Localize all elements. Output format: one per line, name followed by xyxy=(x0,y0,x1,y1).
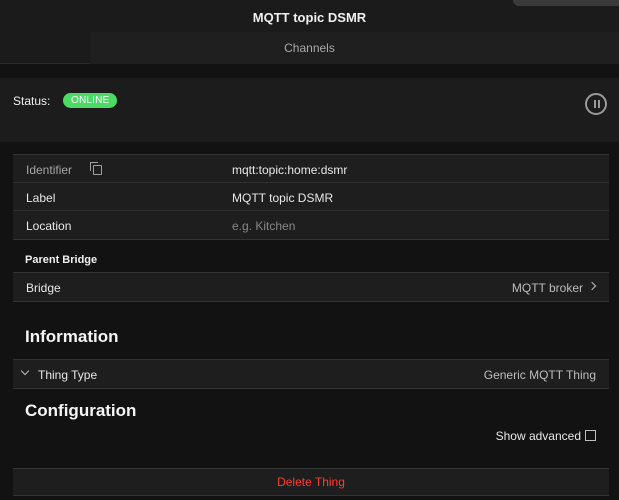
location-input[interactable]: e.g. Kitchen xyxy=(232,219,295,233)
status-badge: ONLINE xyxy=(63,93,118,108)
location-label: Location xyxy=(26,219,72,233)
page-title: MQTT topic DSMR xyxy=(252,10,367,25)
status-block: Status: ONLINE xyxy=(0,78,619,142)
location-row[interactable]: Location e.g. Kitchen xyxy=(13,211,609,239)
label-label: Label xyxy=(26,191,56,205)
delete-row: Delete Thing xyxy=(13,468,609,496)
show-advanced-label: Show advanced xyxy=(495,429,581,443)
properties-list: Identifier mqtt:topic:home:dsmr Label MQ… xyxy=(13,154,609,240)
parent-bridge-title: Parent Bridge xyxy=(25,254,98,266)
bridge-label: Bridge xyxy=(26,281,61,295)
tab-bar: Channels xyxy=(90,32,619,64)
bridge-list: Bridge MQTT broker xyxy=(13,272,609,302)
window-corner-accent xyxy=(513,0,619,6)
thing-type-label: Thing Type xyxy=(38,368,98,382)
bridge-row[interactable]: Bridge MQTT broker xyxy=(13,273,609,301)
label-row[interactable]: Label MQTT topic DSMR xyxy=(13,183,609,211)
configuration-heading: Configuration xyxy=(25,401,137,420)
pause-icon[interactable] xyxy=(585,93,607,115)
thing-type-row[interactable]: Thing Type Generic MQTT Thing xyxy=(13,360,609,388)
delete-thing-button[interactable]: Delete Thing xyxy=(13,469,609,496)
status-label: Status: xyxy=(13,94,51,108)
tab-channels[interactable]: Channels xyxy=(90,32,529,64)
copy-icon[interactable] xyxy=(90,162,102,175)
label-value[interactable]: MQTT topic DSMR xyxy=(232,191,333,205)
bridge-value: MQTT broker xyxy=(511,281,583,295)
chevron-down-icon xyxy=(20,366,30,376)
identifier-row[interactable]: Identifier mqtt:topic:home:dsmr xyxy=(13,155,609,183)
identifier-value: mqtt:topic:home:dsmr xyxy=(232,163,348,177)
chevron-right-icon xyxy=(587,281,597,291)
show-advanced-checkbox[interactable] xyxy=(585,430,596,441)
information-heading: Information xyxy=(25,327,119,346)
identifier-label: Identifier xyxy=(26,163,73,177)
information-list: Thing Type Generic MQTT Thing xyxy=(13,359,609,389)
navbar: MQTT topic DSMR Channels xyxy=(0,0,619,64)
thing-type-value: Generic MQTT Thing xyxy=(483,368,596,382)
